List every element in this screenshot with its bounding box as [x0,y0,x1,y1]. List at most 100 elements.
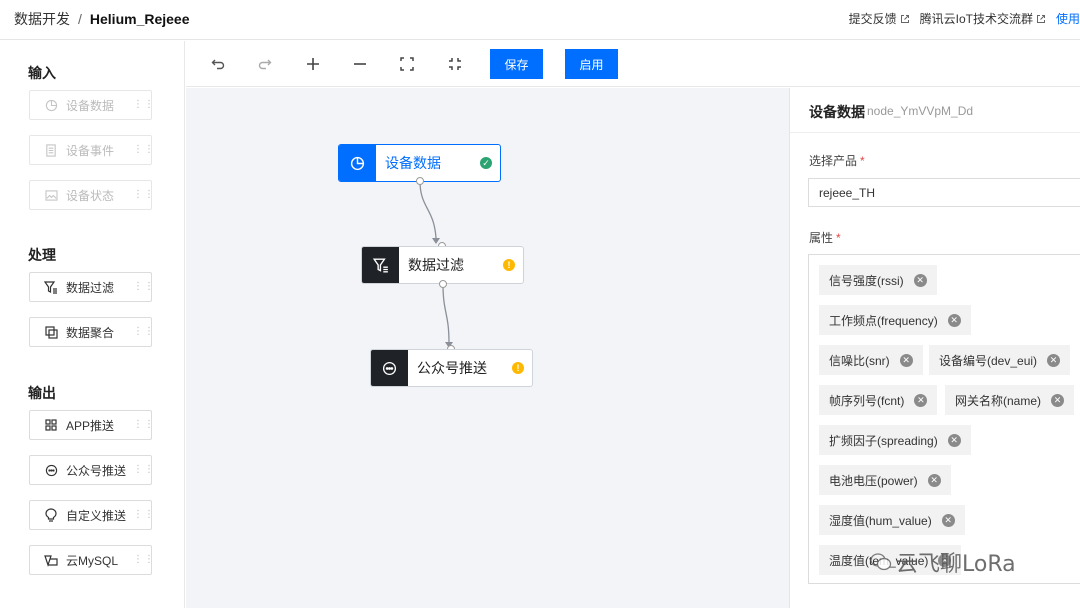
drag-handle-icon[interactable]: ⋮⋮ [133,145,154,155]
attribute-tag: 电池电压(power) ✕ [819,465,951,495]
panel-title: 设备数据 [809,104,865,120]
palette-item-label: 公众号推送 [66,463,127,478]
undo-icon[interactable] [209,55,227,73]
tag-label: 信噪比(snr) [829,353,890,368]
header-links: 提交反馈 腾讯云IoT技术交流群 使用 [849,10,1080,27]
breadcrumb-separator: / [78,11,82,27]
tag-label: 网关名称(name) [955,393,1042,408]
remove-tag-icon[interactable]: ✕ [1047,353,1061,367]
redo-icon[interactable] [256,55,274,73]
drag-handle-icon[interactable]: ⋮⋮ [133,420,154,430]
watermark: 云飞聊LoRa [870,546,1016,578]
drag-handle-icon[interactable]: ⋮⋮ [133,465,154,475]
watermark-text: 云飞聊LoRa [896,552,1016,577]
feedback-link-label: 提交反馈 [848,12,897,26]
attributes-field-label: 属性 * [809,229,841,246]
palette-item-label: 数据聚合 [66,325,115,340]
warning-icon: ! [512,362,524,374]
drag-handle-icon[interactable]: ⋮⋮ [133,100,154,110]
fit-view-icon[interactable] [398,55,416,73]
drag-handle-icon[interactable]: ⋮⋮ [133,190,154,200]
top-header: 数据开发 / Helium_Rejeee 提交反馈 腾讯云IoT技术交流群 使用 [0,0,1080,40]
external-link-icon [1036,14,1045,23]
attribute-tag: 帧序列号(fcnt) ✕ [819,385,938,415]
palette-item-label: APP推送 [66,418,115,433]
breadcrumb-root[interactable]: 数据开发 [14,9,70,29]
drag-handle-icon[interactable]: ⋮⋮ [133,282,154,292]
remove-tag-icon[interactable]: ✕ [947,433,961,447]
image-icon [44,188,58,202]
actual-size-icon[interactable] [446,55,464,73]
product-field-label: 选择产品 * [809,152,865,169]
tag-label: 电池电压(power) [829,473,918,488]
palette-item-device-event[interactable]: 设备事件 ⋮⋮ [29,135,154,165]
palette-item-device-data[interactable]: 设备数据 ⋮⋮ [29,90,154,120]
palette-item-custom-push[interactable]: 自定义推送 ⋮⋮ [29,500,154,530]
bulb-icon [44,508,58,522]
remove-tag-icon[interactable]: ✕ [899,353,913,367]
palette-item-label: 自定义推送 [66,508,127,523]
remove-tag-icon[interactable]: ✕ [913,273,927,287]
output-port[interactable] [416,177,424,185]
community-link-label: 腾讯云IoT技术交流群 [919,12,1033,26]
tag-label: 扩频因子(spreading) [829,433,938,448]
palette-item-app-push[interactable]: APP推送 ⋮⋮ [29,410,154,440]
wechat-logo-icon [870,553,892,571]
panel-header: 设备数据 node_YmVVpM_Dd [790,88,1080,133]
tag-label: 工作频点(frequency) [829,313,938,328]
database-icon [44,553,58,567]
help-link[interactable]: 使用 [1056,10,1080,27]
node-label: 数据过滤 [408,257,464,273]
drag-handle-icon[interactable]: ⋮⋮ [133,510,154,520]
palette-item-wechat-push[interactable]: 公众号推送 ⋮⋮ [29,455,154,485]
tag-label: 设备编号(dev_eui) [939,353,1038,368]
tag-label: 湿度值(hum_value) [829,513,932,528]
remove-tag-icon[interactable]: ✕ [1051,393,1065,407]
attribute-tag: 信噪比(snr) ✕ [819,345,923,375]
community-link[interactable]: 腾讯云IoT技术交流群 [920,10,1046,27]
flow-canvas[interactable]: 设备数据 ✓ 数据过滤 ! 公众号推送 ! [186,88,789,608]
node-properties-panel: 设备数据 node_YmVVpM_Dd 选择产品 * rejeee_TH 属性 * … [789,88,1080,608]
enable-button[interactable]: 启用 [565,49,618,79]
chat-bubble-icon [371,350,408,386]
canvas-toolbar: 保存 启用 [186,41,1080,87]
output-port[interactable] [439,280,447,288]
drag-handle-icon[interactable]: ⋮⋮ [133,555,154,565]
drag-handle-icon[interactable]: ⋮⋮ [133,327,154,337]
remove-tag-icon[interactable]: ✕ [927,473,941,487]
attribute-tag: 湿度值(hum_value) ✕ [819,505,965,535]
palette-group-title-process: 处理 [28,247,56,263]
attribute-tag: 设备编号(dev_eui) ✕ [929,345,1071,375]
palette-item-label: 设备数据 [66,98,115,113]
palette-item-data-aggregate[interactable]: 数据聚合 ⋮⋮ [29,317,154,347]
tag-label: 帧序列号(fcnt) [829,393,905,408]
feedback-link[interactable]: 提交反馈 [849,10,910,27]
grid-icon [44,418,58,432]
node-id: node_YmVVpM_Dd [867,104,974,118]
product-select[interactable]: rejeee_TH [808,178,1080,207]
palette-item-data-filter[interactable]: 数据过滤 ⋮⋮ [29,272,154,302]
node-label: 公众号推送 [417,360,487,376]
attributes-tag-select[interactable]: 信号强度(rssi) ✕ 工作频点(frequency) ✕ 信噪比(snr) ✕ 设… [808,254,1080,584]
attribute-tag: 扩频因子(spreading) ✕ [819,425,971,455]
remove-tag-icon[interactable]: ✕ [941,513,955,527]
filter-icon [362,247,399,283]
save-button[interactable]: 保存 [490,49,543,79]
zoom-in-icon[interactable] [304,55,322,73]
zoom-out-icon[interactable] [351,55,369,73]
remove-tag-icon[interactable]: ✕ [914,393,928,407]
palette-item-device-status[interactable]: 设备状态 ⋮⋮ [29,180,154,210]
palette-group-title-input: 输入 [28,65,56,81]
flow-node-data-filter[interactable]: 数据过滤 ! [361,246,524,284]
attribute-tag: 工作频点(frequency) ✕ [819,305,971,335]
connection-edge[interactable] [419,180,437,239]
filter-icon [44,280,58,294]
pie-chart-icon [339,145,376,181]
palette-item-cloud-mysql[interactable]: 云MySQL ⋮⋮ [29,545,154,575]
connection-edge[interactable] [442,283,450,344]
flow-node-wechat-push[interactable]: 公众号推送 ! [370,349,533,387]
pie-chart-icon [44,98,58,112]
palette-item-label: 云MySQL [66,553,119,568]
remove-tag-icon[interactable]: ✕ [947,313,961,327]
product-label-text: 选择产品 [809,154,858,168]
